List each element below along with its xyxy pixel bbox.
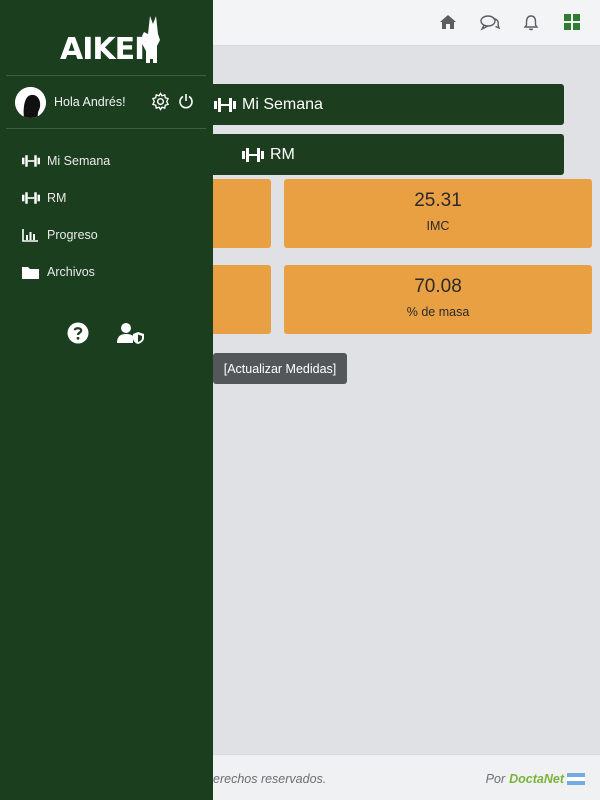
aiken-logo[interactable]: AIKEN bbox=[60, 12, 164, 67]
rm-label: RM bbox=[270, 145, 295, 163]
imc-card: 25.31 IMC bbox=[284, 179, 592, 248]
sidebar-item-label: Mi Semana bbox=[47, 154, 111, 168]
sidebar: AIKEN Hola Andrés! Mi Semana RM Progreso… bbox=[0, 0, 213, 800]
argentina-flag-icon bbox=[567, 773, 585, 785]
avatar[interactable] bbox=[15, 86, 46, 118]
grid-icon[interactable] bbox=[562, 12, 582, 32]
dumbbell-icon bbox=[214, 97, 236, 112]
imc-label: IMC bbox=[426, 219, 450, 233]
masa-label: % de masa bbox=[406, 305, 470, 319]
doctanet-link[interactable]: DoctaNet bbox=[509, 772, 564, 786]
help-circle-icon[interactable] bbox=[67, 322, 89, 346]
home-icon[interactable] bbox=[438, 12, 458, 32]
sidebar-item-label: RM bbox=[47, 191, 67, 205]
rm-button[interactable]: RM bbox=[200, 134, 564, 175]
mi-semana-label: Mi Semana bbox=[242, 95, 323, 113]
footer-credit: Por DoctaNet bbox=[486, 772, 585, 786]
sidebar-item-progreso[interactable]: Progreso bbox=[22, 224, 98, 246]
dumbbell-icon bbox=[22, 191, 40, 205]
user-greeting: Hola Andrés! bbox=[54, 95, 126, 109]
sidebar-divider bbox=[6, 128, 206, 129]
user-shield-icon[interactable] bbox=[117, 322, 145, 346]
mi-semana-button[interactable]: Mi Semana bbox=[200, 84, 564, 125]
chat-icon[interactable] bbox=[480, 12, 500, 32]
sidebar-item-rm[interactable]: RM bbox=[22, 187, 66, 209]
imc-value: 25.31 bbox=[414, 190, 462, 211]
sidebar-item-mi-semana[interactable]: Mi Semana bbox=[22, 150, 110, 172]
rights-text: erechos reservados. bbox=[213, 772, 327, 786]
masa-value: 70.08 bbox=[414, 276, 462, 297]
masa-card: 70.08 % de masa bbox=[284, 265, 592, 334]
sidebar-divider-top bbox=[6, 75, 206, 76]
bar-chart-icon bbox=[22, 228, 40, 242]
bell-icon[interactable] bbox=[521, 12, 541, 32]
dumbbell-icon bbox=[242, 147, 264, 162]
sidebar-item-label: Progreso bbox=[47, 228, 98, 242]
power-icon[interactable] bbox=[178, 93, 194, 114]
folder-icon bbox=[22, 265, 40, 279]
sidebar-item-archivos[interactable]: Archivos bbox=[22, 261, 95, 283]
sidebar-item-label: Archivos bbox=[47, 265, 95, 279]
by-text: Por bbox=[485, 772, 506, 786]
gear-icon[interactable] bbox=[151, 92, 170, 116]
update-measurements-button[interactable]: [Actualizar Medidas] bbox=[213, 353, 347, 384]
user-panel: Hola Andrés! bbox=[15, 86, 205, 118]
dumbbell-icon bbox=[22, 154, 40, 168]
